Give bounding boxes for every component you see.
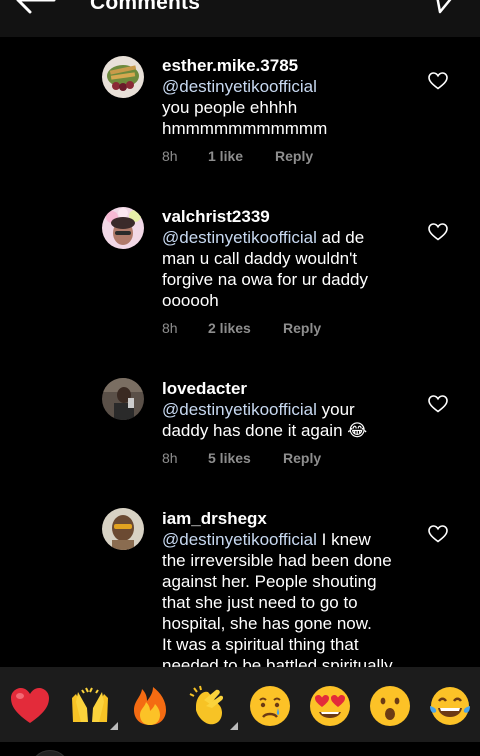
comment-text-line: your: [316, 400, 355, 419]
skin-tone-indicator-icon: [110, 722, 118, 730]
reply-button[interactable]: Reply: [283, 320, 321, 336]
avatar[interactable]: [102, 378, 144, 420]
comment-text: @destinyetikoofficial I knew the irrever…: [162, 529, 412, 667]
surprised-face-emoji-icon[interactable]: [368, 684, 412, 728]
mention-link[interactable]: @destinyetikoofficial: [162, 530, 317, 549]
comment-text-line: daddy has done it again 😂: [162, 421, 368, 440]
comment-time: 8h: [162, 148, 178, 164]
comment-text-line: It was a spiritual thing that: [162, 635, 359, 654]
comment-text-line: I knew: [316, 530, 371, 549]
likes-count[interactable]: 5 likes: [208, 450, 251, 466]
comment-text-line: hospital, she has gone now.: [162, 614, 372, 633]
comment-text-line: needed to be battled spiritually: [162, 656, 393, 667]
fire-emoji-icon[interactable]: [128, 684, 172, 728]
comment-input-area: [0, 742, 480, 756]
comment-text: @destinyetikoofficial ad de man u call d…: [162, 227, 412, 311]
comment-text-line: against her. People shouting: [162, 572, 377, 591]
comment-time: 8h: [162, 450, 178, 466]
comment-username[interactable]: lovedacter: [162, 378, 412, 399]
likes-count[interactable]: 1 like: [208, 148, 243, 164]
heart-eyes-emoji-icon[interactable]: [308, 684, 352, 728]
comment-text: @destinyetikoofficial your daddy has don…: [162, 399, 412, 441]
red-heart-emoji-icon[interactable]: [8, 684, 52, 728]
heart-icon[interactable]: [428, 223, 448, 241]
comment-username[interactable]: valchrist2339: [162, 206, 412, 227]
tears-of-joy-emoji-icon[interactable]: [428, 684, 472, 728]
mention-link[interactable]: @destinyetikoofficial: [162, 400, 317, 419]
reply-button[interactable]: Reply: [275, 148, 313, 164]
avatar[interactable]: [102, 508, 144, 550]
back-arrow-icon[interactable]: [16, 0, 56, 16]
comment-text-line: forgive na owa for ur daddy: [162, 270, 369, 289]
avatar[interactable]: [102, 56, 144, 98]
skin-tone-indicator-icon: [230, 722, 238, 730]
comment-username[interactable]: esther.mike.3785: [162, 55, 412, 76]
avatar[interactable]: [102, 207, 144, 249]
comment-text-line: man u call daddy wouldn't: [162, 249, 358, 268]
comment-text-line: hmmmmmmmmmmm: [162, 119, 328, 138]
mention-link[interactable]: @destinyetikoofficial: [162, 77, 317, 96]
page-title: Comments: [90, 0, 201, 14]
send-icon[interactable]: [434, 0, 460, 16]
reply-button[interactable]: Reply: [283, 450, 321, 466]
comment-text-line: oooooh: [162, 291, 219, 310]
comment-username[interactable]: iam_drshegx: [162, 508, 412, 529]
raising-hands-emoji-icon[interactable]: [68, 684, 112, 728]
heart-icon[interactable]: [428, 395, 448, 413]
heart-icon[interactable]: [428, 525, 448, 543]
comment-time: 8h: [162, 320, 178, 336]
comment-text-line: that she just need to go to: [162, 593, 358, 612]
emoji-reaction-bar: [0, 667, 480, 742]
comment-text-line: you people ehhhh: [162, 98, 298, 117]
mention-link[interactable]: @destinyetikoofficial: [162, 228, 317, 247]
comment-text-line: the irreversible had been done: [162, 551, 392, 570]
heart-icon[interactable]: [428, 72, 448, 90]
crying-face-emoji-icon[interactable]: [248, 684, 292, 728]
comment-text-line: ad de: [316, 228, 365, 247]
comments-list: esther.mike.3785 @destinyetikoofficial y…: [0, 37, 480, 667]
header: Comments: [0, 0, 480, 37]
likes-count[interactable]: 2 likes: [208, 320, 251, 336]
clapping-hands-emoji-icon[interactable]: [188, 684, 232, 728]
comment-text: @destinyetikoofficial you people ehhhh h…: [162, 76, 412, 139]
